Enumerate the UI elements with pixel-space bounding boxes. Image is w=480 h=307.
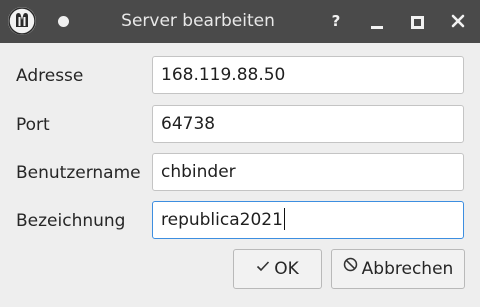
address-field[interactable]: 168.119.88.50 — [152, 56, 464, 94]
title-bar[interactable]: Server bearbeiten ? — [0, 0, 480, 43]
dialog-window: Server bearbeiten ? Adresse 168.119.88.5… — [0, 0, 480, 307]
ok-label: OK — [274, 259, 299, 279]
help-icon[interactable]: ? — [323, 8, 349, 34]
mumble-logo-icon[interactable] — [8, 7, 36, 35]
window-title: Server bearbeiten — [121, 11, 275, 31]
username-field[interactable]: chbinder — [152, 153, 464, 191]
maximize-icon[interactable] — [404, 8, 430, 34]
ok-button[interactable]: OK — [233, 249, 322, 289]
name-field[interactable]: republica2021 — [152, 201, 464, 239]
port-field[interactable]: 64738 — [152, 105, 464, 143]
close-icon[interactable] — [445, 8, 471, 34]
cancel-button[interactable]: Abbrechen — [331, 249, 465, 289]
username-label: Benutzername — [16, 163, 141, 183]
minimize-icon[interactable] — [364, 8, 390, 34]
check-icon — [256, 248, 270, 286]
port-label: Port — [16, 115, 50, 135]
cancel-label: Abbrechen — [361, 259, 454, 279]
address-label: Adresse — [16, 66, 84, 86]
name-label: Bezeichnung — [16, 211, 126, 231]
dot-icon[interactable] — [58, 16, 69, 27]
cancel-icon — [343, 248, 358, 286]
name-field-value: republica2021 — [161, 210, 283, 230]
text-caret — [283, 208, 285, 230]
